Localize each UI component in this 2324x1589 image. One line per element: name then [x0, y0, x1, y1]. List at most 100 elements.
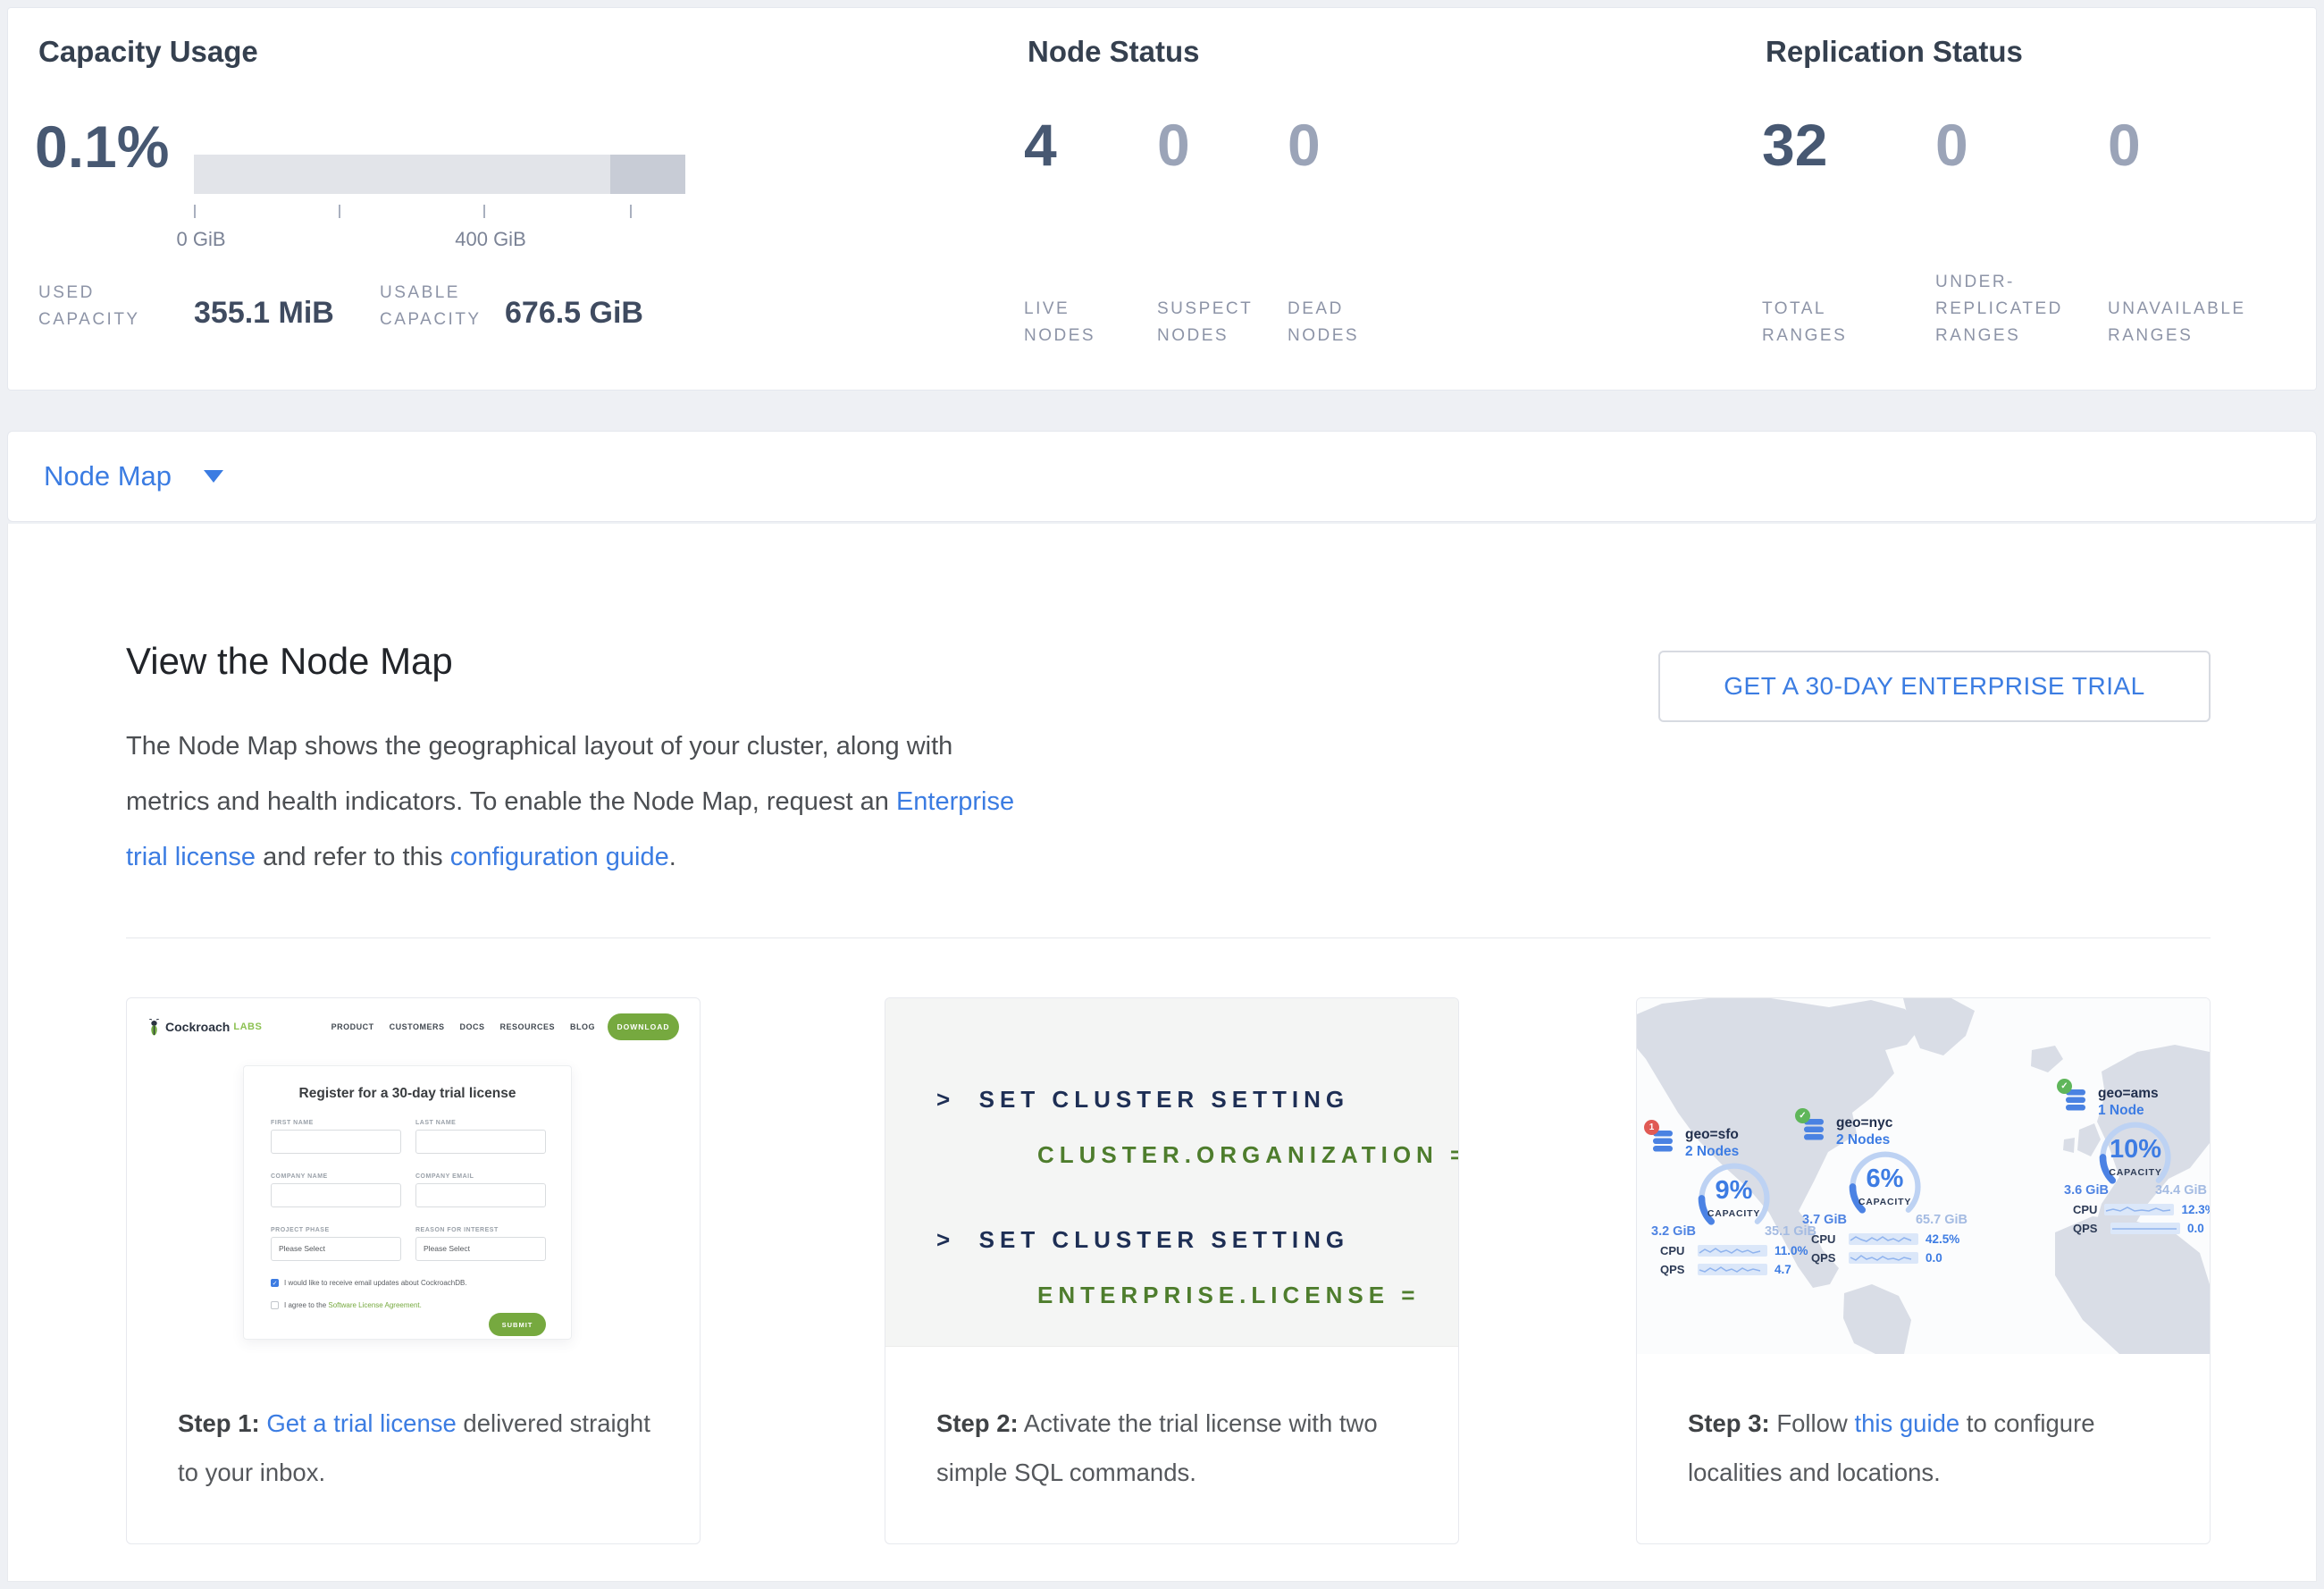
ok-badge: ✓ — [2057, 1079, 2072, 1094]
dead-nodes-count: 0 — [1288, 115, 1321, 174]
database-icon: ✓ — [1802, 1118, 1827, 1141]
mini-first-name-label: FIRST NAME — [271, 1120, 314, 1126]
suspect-nodes-count: 0 — [1157, 115, 1190, 174]
step2-caption: Step 2: Activate the trial license with … — [936, 1399, 1410, 1497]
qps-value: 4.7 — [1774, 1263, 1791, 1276]
cpu-sparkline — [2104, 1204, 2174, 1215]
chevron-down-icon — [204, 470, 223, 483]
intro-text: . — [669, 843, 676, 871]
locality-node-count: 2 Nodes — [1685, 1143, 1739, 1160]
cpu-sparkline — [1849, 1233, 1918, 1245]
capacity-percent: 10% — [2093, 1135, 2178, 1164]
qps-label: QPS — [2073, 1222, 2103, 1235]
mini-nav-resources: RESOURCES — [499, 1022, 555, 1031]
dead-nodes-label: DEAD NODES — [1288, 296, 1359, 349]
capacity-label: CAPACITY — [1842, 1197, 1928, 1207]
mini-site-logo-sub: LABS — [233, 1022, 262, 1032]
capacity-axis-label-400: 400 GiB — [455, 228, 526, 251]
sql-prompt: > — [936, 1086, 955, 1113]
unavailable-ranges-label: UNAVAILABLE RANGES — [2108, 296, 2246, 349]
qps-sparkline — [2110, 1223, 2180, 1234]
mini-checkbox-unchecked — [271, 1301, 279, 1309]
capacity-usage-percent: 0.1% — [35, 117, 169, 176]
qps-metric-row: QPS 0.0 — [2064, 1222, 2207, 1235]
locality-name: geo=nyc — [1836, 1114, 1892, 1131]
qps-label: QPS — [1811, 1251, 1842, 1265]
live-nodes-label-line2: NODES — [1024, 323, 1095, 349]
under-replicated-ranges-label: UNDER- REPLICATED RANGES — [1935, 269, 2063, 349]
total-ranges-count: 32 — [1762, 115, 1827, 174]
cockroach-logo-icon — [147, 1019, 161, 1036]
step1-label: Step 1: — [178, 1409, 260, 1437]
qps-value: 0.0 — [1925, 1251, 1942, 1265]
qps-sparkline — [1849, 1252, 1918, 1264]
usable-capacity-label: USABLE CAPACITY — [380, 280, 482, 333]
ok-badge: ✓ — [1795, 1108, 1810, 1123]
live-nodes-label-line1: LIVE — [1024, 296, 1095, 323]
geo-nyc-labels: geo=nyc 2 Nodes — [1836, 1114, 1892, 1148]
configuration-guide-link[interactable]: configuration guide — [450, 843, 669, 871]
cpu-metric-row: CPU 12.3% — [2064, 1203, 2207, 1216]
mini-nav-customers: CUSTOMERS — [390, 1022, 445, 1031]
qps-value: 0.0 — [2187, 1222, 2204, 1235]
dead-nodes-label-line1: DEAD — [1288, 296, 1359, 323]
capacity-gauge: 10% CAPACITY — [2093, 1121, 2178, 1194]
capacity-usage-bar — [194, 155, 685, 194]
sql-command: SET CLUSTER SETTING — [979, 1086, 1349, 1113]
step2-label: Step 2: — [936, 1409, 1019, 1437]
geo-ams-labels: geo=ams 1 Node — [2098, 1085, 2159, 1119]
cpu-value: 12.3% — [2181, 1203, 2211, 1216]
mini-reason-select: Please Select — [415, 1237, 546, 1261]
this-guide-link[interactable]: this guide — [1854, 1409, 1959, 1437]
mini-nav-docs: DOCS — [459, 1022, 484, 1031]
under-replicated-label-line3: RANGES — [1935, 323, 2063, 349]
mini-form-title: Register for a 30-day trial license — [244, 1086, 571, 1102]
capacity-label: CAPACITY — [2093, 1167, 2178, 1178]
mini-company-name-label: COMPANY NAME — [271, 1173, 328, 1180]
unavailable-ranges-label-line1: UNAVAILABLE — [2108, 296, 2246, 323]
mini-last-name-label: LAST NAME — [415, 1120, 456, 1126]
geo-sfo-labels: geo=sfo 2 Nodes — [1685, 1126, 1739, 1160]
under-replicated-label-line1: UNDER- — [1935, 269, 2063, 296]
sql-prompt: > — [936, 1226, 955, 1253]
mini-nav-blog: BLOG — [570, 1022, 595, 1031]
sql-line-2: CLUSTER.ORGANIZATION = — [1037, 1141, 1459, 1169]
suspect-nodes-label: SUSPECT NODES — [1157, 296, 1253, 349]
node-map-preview-image: 1 geo=sfo 2 Nodes 9% CAPACITY — [1637, 998, 2210, 1354]
step3-label: Step 3: — [1688, 1409, 1770, 1437]
dead-nodes-label-line2: NODES — [1288, 323, 1359, 349]
enterprise-trial-button[interactable]: GET A 30-DAY ENTERPRISE TRIAL — [1658, 651, 2211, 722]
under-replicated-ranges-count: 0 — [1935, 115, 1968, 174]
step2-card: > SET CLUSTER SETTING CLUSTER.ORGANIZATI… — [885, 997, 1459, 1544]
intro-text: The Node Map shows the geographical layo… — [126, 732, 952, 816]
mini-project-phase-label: PROJECT PHASE — [271, 1227, 330, 1233]
total-ranges-label-line1: TOTAL — [1762, 296, 1847, 323]
get-trial-license-link[interactable]: Get a trial license — [266, 1409, 456, 1437]
qps-label: QPS — [1660, 1263, 1691, 1276]
mini-license-agree-text: I agree to the Software License Agreemen… — [284, 1301, 422, 1309]
replication-status-title: Replication Status — [1766, 35, 2023, 69]
mini-download-button: DOWNLOAD — [608, 1013, 679, 1040]
mini-company-email-label: COMPANY EMAIL — [415, 1173, 474, 1180]
geo-sfo-widget: 1 geo=sfo 2 Nodes 9% CAPACITY — [1651, 1126, 1816, 1276]
sql-line-4: ENTERPRISE.LICENSE = — [1037, 1282, 1420, 1309]
cpu-value: 42.5% — [1925, 1232, 1959, 1246]
under-replicated-label-line2: REPLICATED — [1935, 296, 2063, 323]
cpu-label: CPU — [2073, 1203, 2097, 1216]
view-selector-bar: Node Map — [7, 431, 2317, 522]
cluster-summary-panel: Capacity Usage 0.1% 0 GiB 400 GiB USED C… — [7, 7, 2317, 391]
geo-ams-widget: ✓ geo=ams 1 Node 10% CAPACITY — [2064, 1085, 2207, 1235]
mini-license-agree-pre: I agree to the — [284, 1301, 328, 1309]
intro-text: and refer to this — [256, 843, 450, 871]
node-map-intro-panel: View the Node Map The Node Map shows the… — [7, 524, 2317, 1582]
node-status-title: Node Status — [1028, 35, 1200, 69]
suspect-nodes-label-line2: NODES — [1157, 323, 1253, 349]
mini-checkbox-checked: ✓ — [271, 1279, 279, 1287]
live-nodes-label: LIVE NODES — [1024, 296, 1095, 349]
mini-site-header: Cockroach LABS PRODUCT CUSTOMERS DOCS RE… — [147, 1011, 679, 1043]
node-map-dropdown[interactable]: Node Map — [44, 460, 223, 492]
step3-caption: Step 3: Follow this guide to configure l… — [1688, 1399, 2161, 1497]
capacity-usage-bar-segment — [610, 155, 685, 194]
cpu-metric-row: CPU 11.0% — [1651, 1244, 1816, 1257]
geo-nyc-widget: ✓ geo=nyc 2 Nodes 6% CAPACITY — [1802, 1114, 1967, 1265]
